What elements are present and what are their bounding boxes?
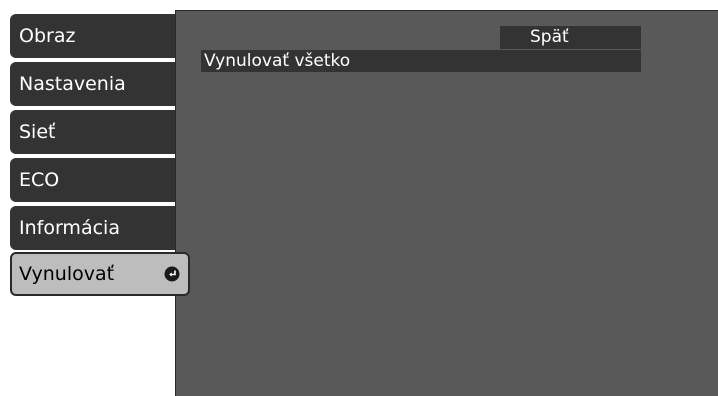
sidebar-item-obraz[interactable]: Obraz: [10, 14, 176, 58]
sidebar-item-eco[interactable]: ECO: [10, 158, 176, 202]
reset-all-menu-item[interactable]: Vynulovať všetko: [201, 50, 641, 72]
enter-icon: [164, 266, 180, 282]
sidebar-item-nastavenia[interactable]: Nastavenia: [10, 62, 176, 106]
sidebar-item-label: Sieť: [19, 121, 56, 143]
sidebar-item-label: Nastavenia: [19, 73, 126, 95]
sidebar-item-label: Informácia: [19, 217, 120, 239]
back-button-label: Späť: [530, 27, 569, 47]
sidebar-item-label: ECO: [19, 169, 60, 191]
projector-menu-screen: Obraz Nastavenia Sieť ECO Informácia Vyn…: [0, 0, 718, 396]
reset-all-label: Vynulovať všetko: [204, 51, 351, 71]
sidebar-item-informacia[interactable]: Informácia: [10, 206, 176, 250]
sidebar-item-vynulovat[interactable]: Vynulovať: [10, 252, 190, 296]
sidebar-item-siet[interactable]: Sieť: [10, 110, 176, 154]
sidebar-item-label: Obraz: [19, 25, 76, 47]
back-button[interactable]: Späť: [500, 26, 641, 49]
sidebar-item-label: Vynulovať: [19, 263, 115, 285]
